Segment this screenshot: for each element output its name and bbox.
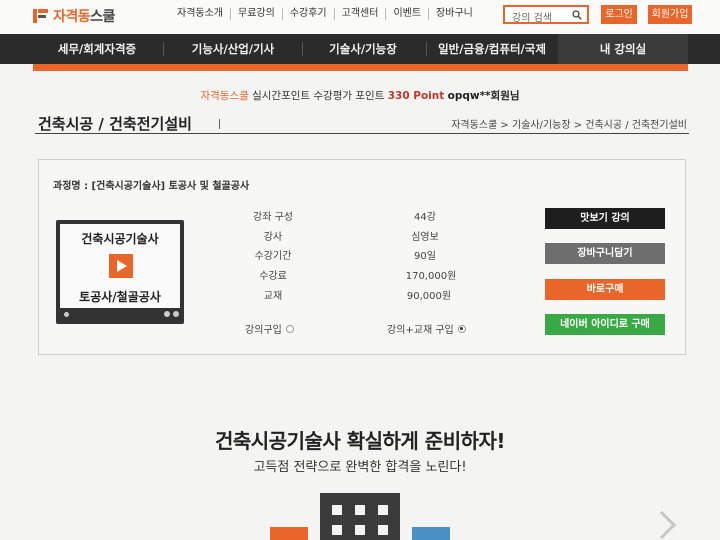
breadcrumb[interactable]: 자격동스쿨 > 기술사/기능장 > 건축시공 / 건축전기설비: [451, 116, 687, 131]
info-label-textbook: 교재: [263, 291, 283, 302]
buy-now-button[interactable]: 바로구매: [545, 279, 665, 300]
main-nav-my-classroom[interactable]: 내 강의실: [558, 34, 688, 64]
naver-buy-button[interactable]: 네이버 아이디로 구매: [545, 314, 665, 335]
nav-cart[interactable]: 장바구니: [429, 8, 480, 20]
main-nav-professional-engineer[interactable]: 기술사/기능장: [303, 34, 423, 64]
nav-accent-strip: [33, 64, 688, 71]
promo-subtitle: 고득점 전략으로 완벽한 합격을 노린다!: [253, 460, 467, 475]
course-name: 과정명 : [건축시공기술사] 토공사 및 철골공사: [53, 181, 250, 192]
ticker-user: opqw**회원님: [447, 90, 520, 102]
logo-icon: [33, 8, 49, 24]
ticker-brand: 자격동스쿨: [200, 90, 249, 102]
ticker-points: 330 Point: [387, 90, 445, 102]
top-bar: 자격동스쿨 자격동소개 무료강의 수강후기 고객센터 이벤트 장바구니 강의 검…: [0, 0, 720, 34]
promo-title: 건축시공기술사 확실하게 준비하자!: [214, 429, 506, 453]
main-nav-technician[interactable]: 기능사/산업/기사: [165, 34, 301, 64]
thumbnail-title: 건축시공기술사: [81, 232, 159, 246]
option-lecture-radio[interactable]: [285, 324, 294, 333]
nav-free-lectures[interactable]: 무료강의: [231, 8, 283, 20]
thumbnail-indicator-dot: [64, 312, 69, 317]
course-panel: 과정명 : [건축시공기술사] 토공사 및 철골공사 건축시공기술사 토공사/철…: [38, 159, 686, 355]
option-bundle-radio[interactable]: [457, 324, 466, 333]
nav-customer-center[interactable]: 고객센터: [335, 8, 387, 20]
nav-events[interactable]: 이벤트: [386, 8, 430, 20]
search-input[interactable]: 강의 검색: [503, 5, 589, 24]
login-button[interactable]: 로그인: [601, 5, 637, 24]
info-label-period: 수강기간: [254, 251, 292, 262]
thumbnail-control-dot: [164, 311, 170, 317]
page-title: 건축시공 / 건축전기설비: [38, 115, 192, 133]
play-icon[interactable]: [109, 254, 133, 278]
info-value-composition: 44강: [414, 212, 436, 223]
nav-reviews[interactable]: 수강후기: [283, 8, 335, 20]
search-icon[interactable]: [572, 10, 582, 20]
option-bundle-label: 강의+교재 구입: [387, 325, 454, 336]
info-label-instructor: 강사: [263, 232, 283, 243]
join-button[interactable]: 회원가입: [648, 5, 692, 24]
option-lecture-label: 강의구입: [245, 325, 282, 336]
title-rule: [35, 133, 689, 134]
thumbnail-control-dot: [173, 311, 179, 317]
site-logo[interactable]: 자격동스쿨: [33, 6, 115, 26]
info-label-composition: 강좌 구성: [253, 212, 293, 223]
promo-illustration-tile: [412, 527, 450, 540]
option-lecture-only[interactable]: 강의구입: [245, 321, 294, 336]
thumbnail-subtitle: 토공사/철골공사: [79, 290, 161, 304]
main-nav-general-finance[interactable]: 일반/금융/컴퓨터/국제: [426, 34, 558, 64]
ticker-text: 실시간포인트 수강평가 포인트: [252, 90, 385, 102]
info-value-textbook: 90,000원: [406, 291, 452, 302]
preview-lecture-button[interactable]: 맛보기 강의: [545, 208, 665, 229]
info-value-instructor: 심영보: [411, 232, 439, 243]
chevron-right-icon[interactable]: [647, 510, 677, 540]
main-nav: 세무/회계자격증 기능사/산업/기사 기술사/기능장 일반/금융/컴퓨터/국제 …: [0, 34, 720, 64]
info-value-period: 90일: [414, 251, 436, 262]
thumbnail-screen: 건축시공기술사 토공사/철골공사: [60, 224, 180, 308]
utility-nav: 자격동소개 무료강의 수강후기 고객센터 이벤트 장바구니: [170, 8, 480, 20]
logo-text: 자격동스쿨: [53, 6, 115, 26]
search-placeholder: 강의 검색: [512, 13, 552, 24]
main-nav-tax-accounting[interactable]: 세무/회계자격증: [34, 34, 160, 64]
add-to-cart-button[interactable]: 장바구니담기: [545, 243, 665, 264]
point-ticker: 자격동스쿨 실시간포인트 수강평가 포인트 330 Point opqw**회원…: [0, 88, 720, 103]
logo-text-b: 스쿨: [90, 9, 115, 25]
promo-illustration-tile: [270, 527, 308, 540]
title-divider: [219, 119, 220, 129]
info-label-fee: 수강료: [259, 271, 287, 282]
building-illustration: [320, 493, 400, 540]
option-lecture-textbook[interactable]: 강의+교재 구입: [387, 321, 466, 336]
info-value-fee: 170,000원: [405, 271, 457, 282]
nav-about[interactable]: 자격동소개: [170, 8, 231, 20]
course-thumbnail[interactable]: 건축시공기술사 토공사/철골공사: [56, 220, 184, 324]
logo-text-a: 자격동: [53, 9, 91, 25]
